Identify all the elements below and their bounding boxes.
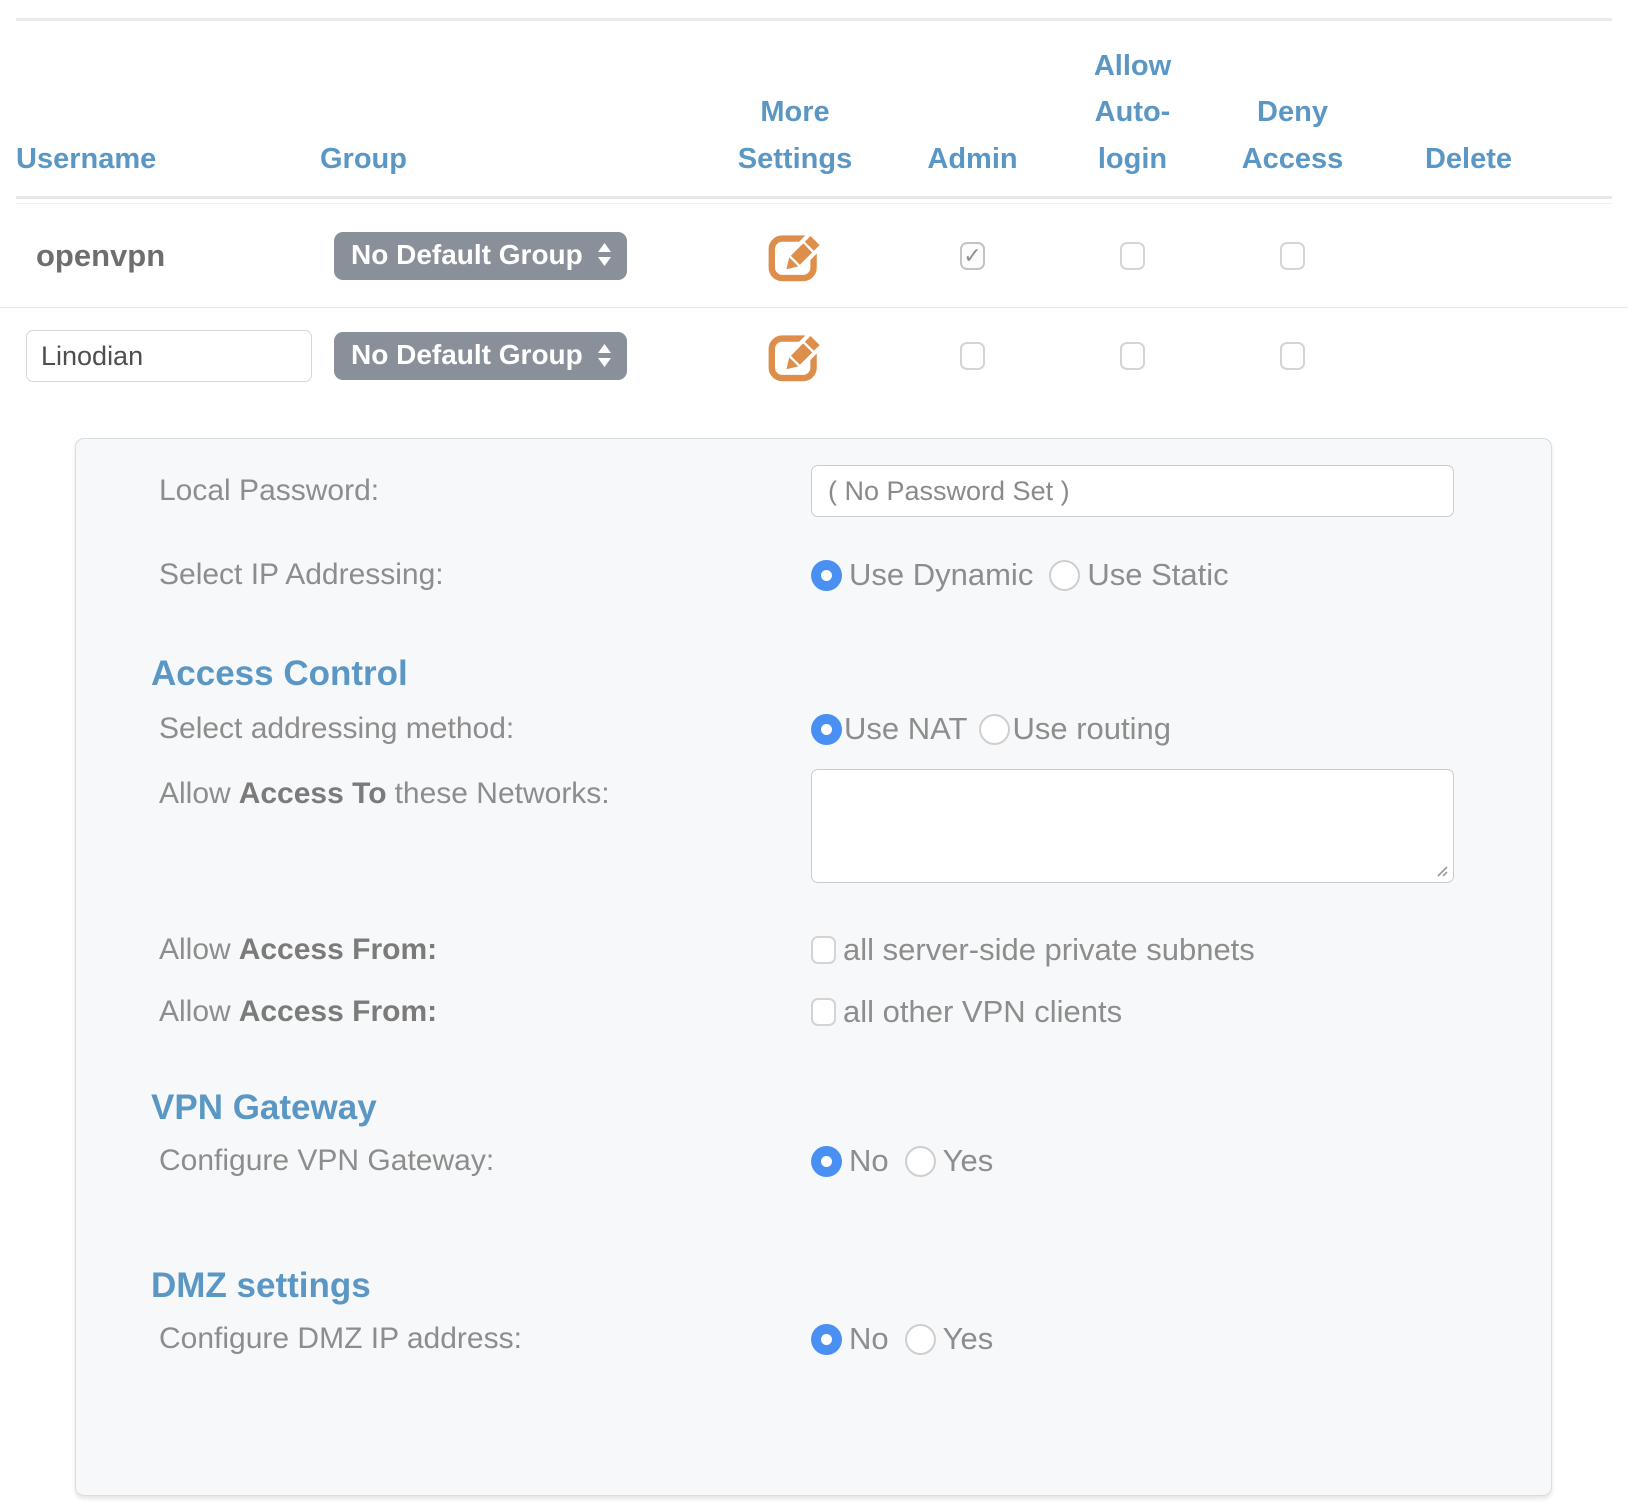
use-nat-radio[interactable] [811,714,842,745]
deny-access-checkbox[interactable] [1280,242,1305,270]
use-routing-label: Use routing [1012,711,1171,747]
access-from-label: AllowAccess From: [159,933,811,967]
col-header-username: Username [16,136,320,182]
select-arrows-icon [597,242,612,267]
autologin-cell [1080,342,1240,370]
dmz-settings-heading: DMZ settings [151,1263,1551,1309]
group-cell: No Default Group [320,332,650,380]
users-table-header: Username Group More Settings Admin Allow… [0,21,1628,196]
autologin-cell [1080,242,1240,270]
access-from-subnets-option-label: all server-side private subnets [843,932,1255,968]
deny-access-cell [1240,242,1400,270]
use-static-label: Use Static [1087,557,1228,593]
local-password-row: Local Password: [76,465,1551,517]
access-from-clients-option-label: all other VPN clients [843,994,1122,1030]
ip-addressing-row: Select IP Addressing: Use Dynamic Use St… [76,557,1551,593]
allow-autologin-checkbox[interactable] [1120,342,1145,370]
more-settings-cell [650,327,920,385]
admin-cell [920,342,1080,370]
addressing-method-label: Select addressing method: [159,712,811,746]
table-row-new-user: No Default Group [0,308,1628,404]
access-from-subnets-checkbox[interactable] [811,936,836,964]
user-permissions-page: Username Group More Settings Admin Allow… [0,0,1628,1502]
configure-dmz-row: Configure DMZ IP address: No Yes [76,1321,1551,1357]
vpn-gateway-no-radio[interactable] [811,1146,842,1177]
access-to-label: AllowAccess Tothese Networks: [159,769,811,811]
access-to-networks-textarea[interactable] [811,769,1454,883]
table-row-openvpn: openvpn No Default Group [0,204,1628,308]
edit-pencil-icon[interactable] [764,227,826,285]
col-header-group: Group [320,136,650,182]
col-header-deny-access: Deny Access [1240,89,1400,182]
group-cell: No Default Group [320,232,650,280]
admin-cell [920,242,1080,270]
vpn-gateway-heading: VPN Gateway [151,1085,1551,1131]
deny-access-cell [1240,342,1400,370]
dmz-yes-radio[interactable] [905,1324,936,1355]
dmz-no-radio[interactable] [811,1324,842,1355]
use-dynamic-radio[interactable] [811,560,842,591]
col-header-admin: Admin [920,136,1080,182]
col-header-delete: Delete [1400,136,1612,182]
username-cell [16,330,320,382]
dmz-no-label: No [849,1321,889,1357]
allow-autologin-checkbox[interactable] [1120,242,1145,270]
use-routing-radio[interactable] [979,714,1010,745]
access-to-row: AllowAccess Tothese Networks: [76,769,1551,883]
access-from-clients-row: AllowAccess From: all other VPN clients [76,995,1551,1029]
admin-checkbox[interactable] [960,242,985,270]
configure-vpn-gateway-row: Configure VPN Gateway: No Yes [76,1143,1551,1179]
access-from-clients-checkbox[interactable] [811,998,836,1026]
vpn-gateway-yes-radio[interactable] [905,1146,936,1177]
edit-pencil-icon[interactable] [764,327,826,385]
group-select[interactable]: No Default Group [334,332,627,380]
username-input[interactable] [26,330,312,382]
ip-addressing-label: Select IP Addressing: [159,558,811,592]
group-select-value: No Default Group [351,239,583,271]
col-header-more-settings: More Settings [650,89,920,182]
header-divider [16,196,1612,199]
access-control-heading: Access Control [151,651,1551,697]
col-header-allow-autologin: Allow Auto-login [1080,43,1240,182]
use-dynamic-label: Use Dynamic [849,557,1033,593]
local-password-label: Local Password: [159,474,811,508]
admin-checkbox[interactable] [960,342,985,370]
configure-vpn-gateway-label: Configure VPN Gateway: [159,1144,811,1178]
vpn-gateway-yes-label: Yes [943,1143,994,1179]
deny-access-checkbox[interactable] [1280,342,1305,370]
dmz-yes-label: Yes [943,1321,994,1357]
use-static-radio[interactable] [1049,560,1080,591]
addressing-method-row: Select addressing method: Use NAT Use ro… [76,711,1551,747]
group-select[interactable]: No Default Group [334,232,627,280]
more-settings-cell [650,227,920,285]
vpn-gateway-no-label: No [849,1143,889,1179]
access-from-label: AllowAccess From: [159,995,811,1029]
resize-grip-icon[interactable] [1433,862,1449,878]
access-from-subnets-row: AllowAccess From: all server-side privat… [76,933,1551,967]
use-nat-label: Use NAT [844,711,967,747]
local-password-input[interactable] [811,465,1454,517]
select-arrows-icon [597,343,612,368]
username-label: openvpn [16,238,320,274]
user-settings-panel: Local Password: Select IP Addressing: Us… [75,438,1552,1496]
configure-dmz-label: Configure DMZ IP address: [159,1322,811,1356]
group-select-value: No Default Group [351,339,583,371]
